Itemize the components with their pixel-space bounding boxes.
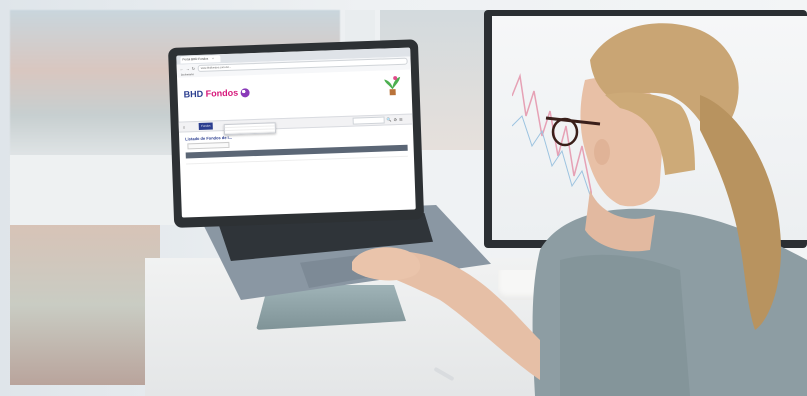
nav-item[interactable] — [193, 123, 197, 130]
dropdown-item[interactable] — [224, 129, 276, 135]
nav-item[interactable] — [214, 122, 218, 129]
monitor-screen — [492, 16, 807, 240]
contact-line — [295, 78, 335, 79]
laptop-screen: Portal BHD Fondos × ← → ↻ www.bhdfondos.… — [176, 47, 416, 218]
coffee-mug — [498, 270, 544, 300]
table-cell — [275, 156, 319, 158]
contact-line — [295, 78, 335, 79]
home-icon[interactable]: ⌂ — [183, 124, 186, 129]
contact-line — [295, 78, 335, 79]
table-cell — [186, 159, 230, 161]
fondos-dropdown-menu — [223, 122, 277, 136]
table-cell — [319, 155, 363, 157]
forward-icon[interactable]: → — [186, 66, 190, 71]
column-header[interactable] — [275, 151, 319, 153]
laptop-lid: Portal BHD Fondos × ← → ↻ www.bhdfondos.… — [168, 39, 425, 228]
monitor-chart-graphic — [512, 73, 592, 202]
reload-icon[interactable]: ↻ — [192, 66, 196, 71]
contact-line — [295, 78, 335, 79]
search-input[interactable] — [352, 116, 385, 125]
external-monitor — [484, 10, 807, 248]
nav-item[interactable] — [187, 123, 191, 130]
column-header[interactable] — [319, 149, 363, 151]
logo-text-accent: Fondos — [205, 87, 239, 99]
close-icon[interactable]: × — [212, 56, 214, 60]
nav-item-fondos[interactable]: Fondos — [199, 122, 213, 130]
photo-scene: Portal BHD Fondos × ← → ↻ www.bhdfondos.… — [0, 0, 807, 396]
column-header[interactable] — [186, 154, 230, 156]
table-cell — [230, 158, 274, 160]
logo-mark-icon — [239, 88, 250, 98]
menu-icon[interactable]: ☰ — [399, 117, 403, 122]
window-frame — [10, 155, 190, 225]
search-icon[interactable]: 🔍 — [386, 117, 391, 122]
table-cell — [363, 153, 407, 155]
site-logo[interactable]: BHD Fondos — [183, 87, 250, 100]
promo-banner-text[interactable] — [339, 81, 379, 82]
logo-text-main: BHD — [183, 88, 206, 100]
back-icon[interactable]: ← — [180, 66, 184, 71]
column-header[interactable] — [230, 152, 274, 154]
plant-icon — [384, 76, 401, 96]
column-header[interactable] — [363, 148, 407, 150]
contact-info — [295, 78, 335, 79]
filter-input[interactable] — [187, 141, 230, 150]
site-footer — [182, 206, 416, 214]
browser-tab[interactable]: Portal BHD Fondos × — [180, 55, 221, 64]
gear-icon[interactable]: ⚙ — [393, 117, 397, 122]
window-view-lower — [10, 225, 160, 385]
browser-tab-title: Portal BHD Fondos — [182, 56, 209, 62]
nav-tools: 🔍 ⚙ ☰ — [352, 116, 409, 125]
